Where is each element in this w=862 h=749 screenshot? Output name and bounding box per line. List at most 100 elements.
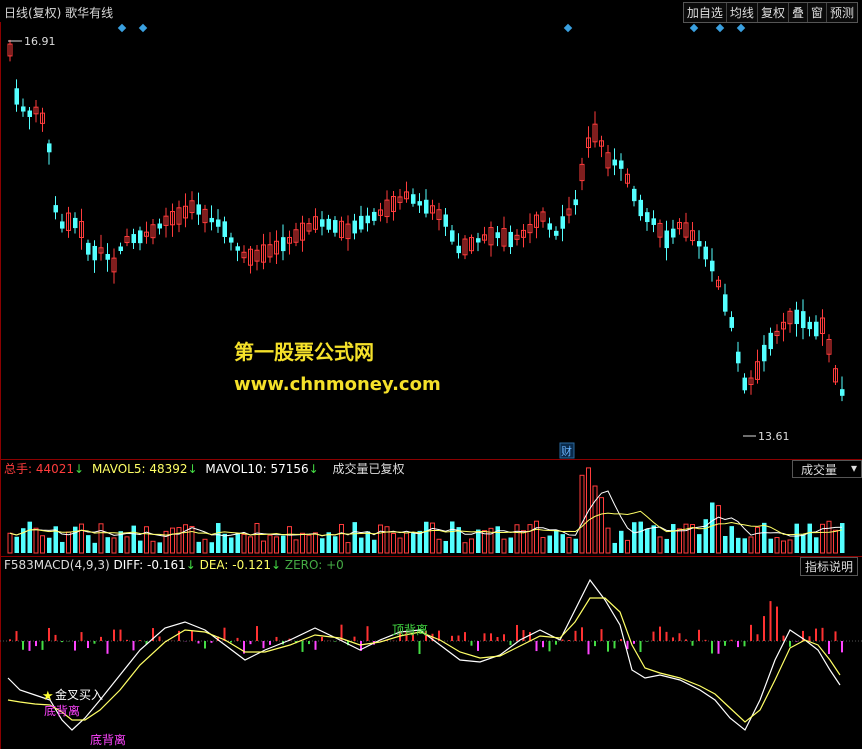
volume-bar bbox=[424, 521, 429, 553]
candle-body bbox=[814, 321, 819, 337]
volume-bar bbox=[697, 534, 702, 553]
volume-bar bbox=[7, 532, 13, 554]
volume-bar bbox=[157, 542, 162, 553]
volume-bar bbox=[638, 521, 643, 553]
volume-bar bbox=[514, 524, 520, 554]
volume-bar bbox=[183, 524, 188, 554]
histogram-bar bbox=[106, 641, 109, 654]
volume-bar bbox=[417, 530, 422, 553]
volume-bar bbox=[365, 531, 370, 553]
histogram-bar bbox=[646, 641, 648, 642]
histogram-bar bbox=[522, 630, 525, 641]
candle-body bbox=[794, 309, 799, 325]
volume-bar bbox=[313, 532, 318, 554]
candle-body bbox=[359, 215, 364, 230]
histogram-bar bbox=[470, 641, 473, 646]
volume-bar bbox=[521, 530, 526, 554]
histogram-bar bbox=[711, 641, 713, 654]
volume-bar bbox=[378, 524, 383, 554]
volume-bar bbox=[560, 534, 565, 553]
volume-bar bbox=[573, 538, 578, 553]
histogram-bar bbox=[314, 641, 317, 650]
histogram-bar bbox=[28, 641, 31, 651]
histogram-bar bbox=[763, 616, 765, 641]
histogram-bar bbox=[542, 641, 544, 648]
histogram-bar bbox=[633, 641, 635, 644]
diff-label: DIFF: -0.161 bbox=[113, 558, 186, 572]
histogram-bar bbox=[93, 641, 96, 644]
histogram-bar bbox=[685, 639, 687, 641]
candle-body bbox=[664, 230, 669, 249]
volume-bar bbox=[781, 540, 786, 554]
histogram-bar bbox=[724, 641, 726, 646]
histogram-bar bbox=[191, 631, 193, 641]
candle-body bbox=[619, 160, 624, 169]
volume-bar bbox=[274, 536, 279, 554]
histogram-bar bbox=[269, 641, 271, 645]
high-price-marker: 16.91 bbox=[8, 35, 56, 48]
total-volume-label: 总手: 44021 bbox=[4, 462, 75, 476]
dea-label: DEA: -0.121 bbox=[199, 558, 271, 572]
histogram-bar bbox=[353, 636, 356, 641]
volume-bar bbox=[645, 528, 650, 553]
bottom-divergence-label: 底背离 bbox=[44, 703, 80, 718]
candle-body bbox=[450, 230, 455, 242]
volume-select-value: 成交量 bbox=[801, 463, 838, 477]
histogram-bar bbox=[620, 639, 622, 641]
histogram-bar bbox=[509, 641, 512, 646]
volume-bar bbox=[326, 532, 331, 553]
candle-body bbox=[92, 245, 97, 261]
histogram-bar bbox=[87, 641, 89, 649]
candle-body bbox=[424, 199, 429, 214]
candle-body bbox=[742, 377, 747, 391]
bottom-divergence-label: 底背离 bbox=[90, 732, 126, 747]
candle-body bbox=[372, 211, 377, 221]
histogram-bar bbox=[210, 641, 213, 643]
candle-body bbox=[365, 215, 370, 224]
volume-bar bbox=[306, 534, 312, 554]
candle-body bbox=[476, 238, 481, 243]
indicator-help-button[interactable]: 指标说明 bbox=[799, 557, 858, 576]
volume-bar bbox=[508, 537, 513, 553]
golden-cross-label: 金叉买入 bbox=[55, 687, 103, 702]
volume-bar bbox=[372, 539, 377, 553]
histogram-bar bbox=[100, 636, 102, 641]
histogram-bar bbox=[652, 631, 655, 641]
volume-bar bbox=[736, 537, 741, 553]
volume-bar bbox=[222, 533, 227, 553]
volume-bar bbox=[807, 523, 812, 553]
histogram-bar bbox=[308, 641, 310, 645]
candle-body bbox=[131, 234, 136, 244]
volume-bar bbox=[404, 532, 409, 554]
volume-bar bbox=[92, 542, 97, 553]
candle-body bbox=[333, 220, 338, 233]
histogram-bar bbox=[301, 641, 304, 652]
down-arrow-icon: ↓ bbox=[187, 462, 198, 476]
event-diamond-icon bbox=[715, 23, 725, 33]
candle-body bbox=[554, 230, 559, 236]
volume-bar bbox=[579, 474, 585, 554]
volume-bar bbox=[170, 527, 175, 554]
event-diamond-icon bbox=[138, 23, 148, 33]
histogram-bar bbox=[334, 641, 336, 642]
volume-bar bbox=[462, 542, 468, 554]
volume-indicator-select[interactable]: 成交量 ▾ bbox=[792, 460, 862, 478]
volume-bar bbox=[476, 529, 481, 553]
volume-bar bbox=[430, 522, 435, 554]
volume-bar bbox=[540, 536, 546, 554]
candle-body bbox=[547, 223, 552, 230]
volume-bar bbox=[73, 526, 78, 553]
volume-bar bbox=[612, 542, 617, 553]
histogram-bar bbox=[197, 641, 200, 644]
volume-bar bbox=[254, 522, 260, 554]
histogram-bar bbox=[483, 633, 486, 641]
candle-body bbox=[118, 246, 123, 252]
histogram-bar bbox=[561, 639, 564, 641]
volume-bar bbox=[748, 536, 754, 554]
histogram-bar bbox=[828, 641, 830, 655]
volume-bar bbox=[599, 497, 604, 554]
volume-bars bbox=[7, 467, 845, 554]
volume-bar bbox=[651, 525, 656, 553]
histogram-bar bbox=[704, 639, 707, 641]
candle-body bbox=[417, 201, 422, 206]
